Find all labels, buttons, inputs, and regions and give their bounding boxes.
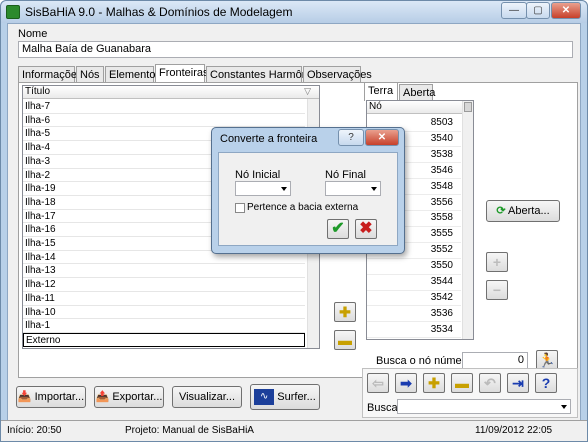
add-node-button[interactable]: + — [486, 252, 508, 272]
nav-remove-button[interactable]: ▬ — [451, 373, 473, 393]
app-icon — [6, 5, 20, 19]
refresh-icon: ⟳ — [496, 205, 506, 217]
table-row[interactable]: 3550 — [367, 258, 461, 275]
remove-node-button[interactable]: − — [486, 280, 508, 300]
importar-button[interactable]: 📥 Importar... — [16, 386, 86, 408]
status-inicio: Início: 20:50 — [7, 425, 62, 436]
tab-aberta[interactable]: Aberta — [399, 84, 435, 101]
tab-terra[interactable]: Terra — [364, 82, 398, 101]
tab-elementos[interactable]: Elementos — [105, 66, 161, 83]
list-item[interactable]: Ilha-1 — [23, 319, 305, 333]
maximize-button[interactable]: ▢ — [526, 2, 550, 19]
table-row[interactable]: 3544 — [367, 274, 461, 291]
surfer-label: Surfer... — [277, 391, 316, 403]
tab-constantes-harmonicas[interactable]: Constantes Harmônicas — [206, 66, 327, 83]
importar-label: Importar... — [34, 391, 85, 403]
exportar-button[interactable]: 📤 Exportar... — [94, 386, 164, 408]
nav-search-combo[interactable] — [397, 399, 571, 414]
title-bar[interactable]: SisBaHiA 9.0 - Malhas & Domínios de Mode… — [1, 1, 587, 23]
list-item[interactable]: Ilha-10 — [23, 306, 305, 320]
table-row[interactable]: 3534 — [367, 322, 461, 339]
surfer-icon: ∿ — [254, 389, 275, 406]
nav-toolbar: ⇦ ➡ ✚ ▬ ↶ ⇥ ? Busca: — [362, 368, 578, 418]
visualizar-button[interactable]: Visualizar... — [172, 386, 242, 408]
list-item[interactable]: Ilha-12 — [23, 278, 305, 292]
no-final-label: Nó Final — [325, 169, 366, 181]
node-scrollbar[interactable] — [462, 101, 473, 339]
no-final-combo[interactable] — [325, 181, 381, 196]
no-inicial-label: Nó Inicial — [235, 169, 281, 181]
list-item[interactable]: Ilha-11 — [23, 292, 305, 306]
node-scroll-thumb[interactable] — [464, 102, 472, 112]
aberta-button-label: Aberta... — [508, 205, 550, 217]
exportar-label: Exportar... — [112, 391, 163, 403]
sort-icon: ▽ — [304, 86, 311, 96]
nav-search-label: Busca: — [367, 402, 401, 414]
name-label: Nome — [18, 28, 48, 40]
surfer-button[interactable]: ∿ Surfer... — [250, 384, 320, 410]
table-row[interactable]: 3542 — [367, 290, 461, 307]
list-header-title: Título — [25, 86, 51, 97]
search-node-input[interactable]: 0 — [462, 352, 528, 369]
main-tabs: Informações Nós Elementos Fronteiras Con… — [18, 64, 578, 83]
chevron-down-icon — [371, 187, 377, 191]
nav-add-button[interactable]: ✚ — [423, 373, 445, 393]
tab-nos[interactable]: Nós — [76, 66, 104, 83]
table-row[interactable]: 3536 — [367, 306, 461, 323]
bacia-externa-label: Pertence a bacia externa — [247, 202, 359, 213]
chevron-down-icon — [281, 187, 287, 191]
remove-boundary-button[interactable]: ▬ — [334, 330, 356, 350]
window-title: SisBaHiA 9.0 - Malhas & Domínios de Mode… — [25, 5, 293, 19]
exit-button[interactable]: ⇥ — [507, 373, 529, 393]
status-datetime: 11/09/2012 22:05 — [475, 425, 553, 436]
dialog-close-button[interactable]: ✕ — [365, 129, 399, 146]
add-boundary-button[interactable]: ✚ — [334, 302, 356, 322]
dialog-help-button[interactable]: ? — [338, 129, 364, 146]
list-item[interactable]: Ilha-6 — [23, 114, 305, 128]
export-icon: 📤 — [95, 391, 110, 403]
status-bar: Início: 20:50 Projeto: Manual de SisBaHi… — [1, 420, 587, 441]
status-projeto: Projeto: Manual de SisBaHiA — [125, 425, 254, 436]
chevron-down-icon — [561, 405, 567, 409]
help-button[interactable]: ? — [535, 373, 557, 393]
cancel-button[interactable]: ✖ — [355, 219, 377, 239]
run-search-button[interactable]: 🏃 — [536, 350, 558, 370]
confirm-button[interactable]: ✔ — [327, 219, 349, 239]
undo-button[interactable]: ↶ — [479, 373, 501, 393]
bacia-externa-checkbox[interactable] — [235, 203, 245, 213]
node-list-header[interactable]: Nó — [367, 101, 463, 114]
name-field[interactable]: Malha Baía de Guanabara — [18, 41, 573, 58]
dialog-title: Converte a fronteira — [220, 133, 318, 145]
list-header[interactable]: Título ▽ — [23, 86, 319, 99]
dialog-client: Nó Inicial Nó Final Pertence a bacia ext… — [218, 152, 398, 246]
tab-informacoes[interactable]: Informações — [18, 66, 83, 83]
tab-observacoes[interactable]: Observações — [303, 66, 372, 83]
import-icon: 📥 — [17, 391, 32, 403]
list-item[interactable]: Ilha-7 — [23, 100, 305, 114]
no-inicial-combo[interactable] — [235, 181, 291, 196]
back-button[interactable]: ⇦ — [367, 373, 389, 393]
runner-icon: 🏃 — [538, 352, 556, 368]
list-item[interactable]: Ilha-13 — [23, 264, 305, 279]
converte-fronteira-dialog: Converte a fronteira ? ✕ Nó Inicial Nó F… — [211, 127, 405, 254]
minimize-button[interactable]: — — [501, 2, 527, 19]
aberta-button[interactable]: ⟳ Aberta... — [486, 200, 560, 222]
forward-button[interactable]: ➡ — [395, 373, 417, 393]
tab-fronteiras[interactable]: Fronteiras — [155, 64, 209, 83]
close-button[interactable]: ✕ — [551, 2, 581, 19]
search-node-label: Busca o nó número: — [376, 355, 475, 367]
list-item[interactable]: Externo — [23, 332, 305, 347]
